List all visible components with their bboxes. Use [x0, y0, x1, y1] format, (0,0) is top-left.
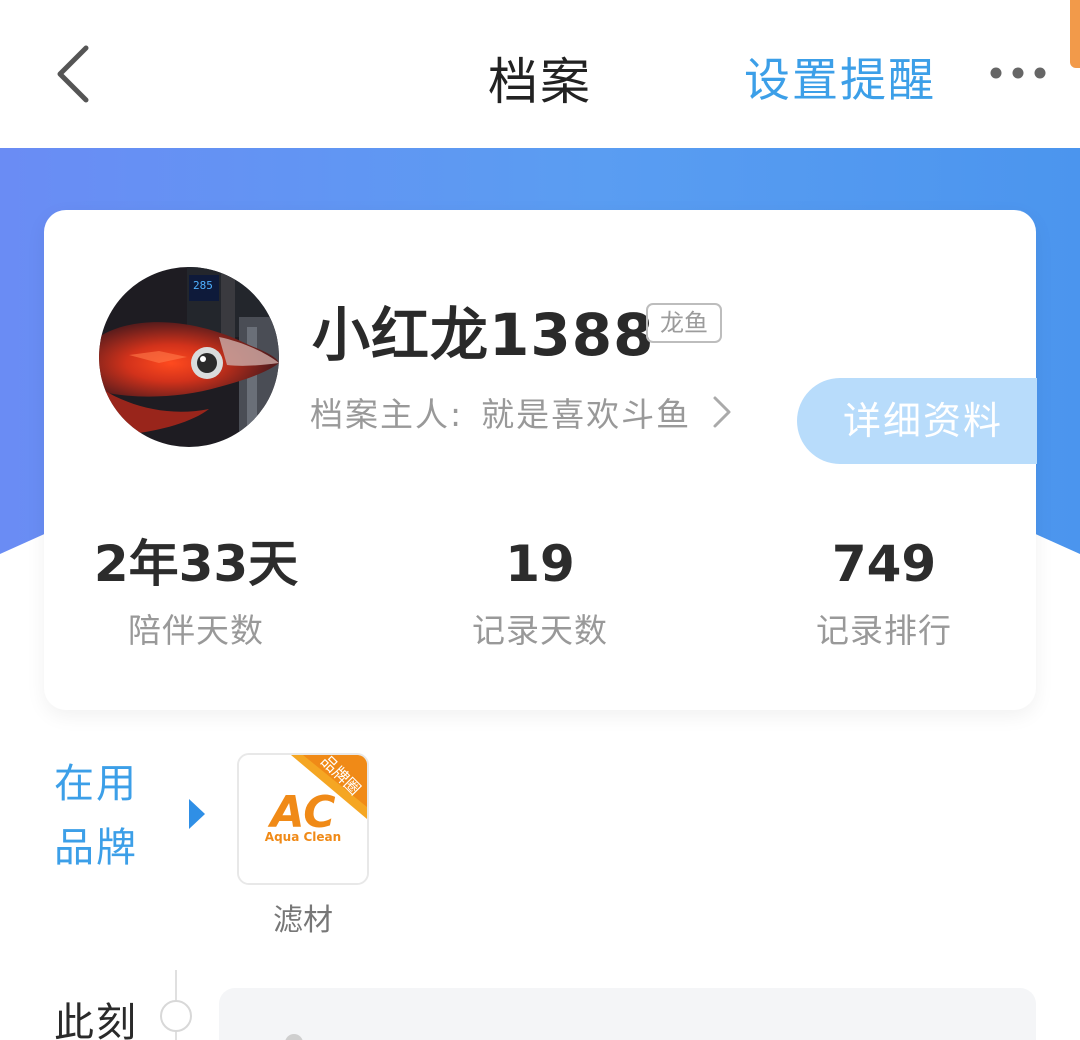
owner-label: 档案主人: [310, 395, 464, 434]
detail-info-button[interactable]: 详细资料 [797, 378, 1037, 464]
chevron-right-icon [713, 396, 731, 428]
triangle-arrow-icon [189, 799, 205, 829]
timeline-now-label: 此刻 [54, 1000, 138, 1040]
fish-photo-image: 285 [99, 267, 279, 447]
brand-caption: 滤材 [273, 903, 333, 938]
timeline-entry-card[interactable] [219, 988, 1036, 1040]
timeline-dot [160, 1000, 192, 1032]
owner-name: 就是喜欢斗鱼 [481, 395, 692, 434]
stat-value: 749 [831, 535, 937, 593]
brand-logo-subtext: Aqua Clean [265, 830, 341, 844]
pet-profile-page: 档案 设置提醒 285 小红龙1388 龙鱼 档案主人: 就是喜欢斗鱼 详细资料… [0, 0, 1080, 1040]
stat-record-rank[interactable]: 749 记录排行 [734, 532, 1034, 652]
brands-title: 在用品牌 [54, 761, 138, 871]
stat-value: 2年33天 [93, 535, 299, 593]
profile-card: 285 小红龙1388 龙鱼 档案主人: 就是喜欢斗鱼 详细资料 2年33天 陪… [44, 210, 1037, 710]
more-dots-icon [990, 67, 1046, 79]
species-tag: 龙鱼 [646, 303, 722, 343]
avatar[interactable]: 285 [99, 267, 279, 447]
svg-text:285: 285 [193, 279, 213, 292]
stat-label: 记录排行 [816, 611, 952, 650]
scroll-indicator [1070, 0, 1080, 68]
more-button[interactable] [986, 58, 1056, 88]
set-reminder-button[interactable]: 设置提醒 [744, 44, 936, 110]
stat-companion-days: 2年33天 陪伴天数 [46, 532, 346, 652]
aqua-clean-logo: 品牌圈 AC Aqua Clean [239, 755, 367, 883]
entry-avatar-placeholder [285, 1034, 303, 1040]
stat-label: 陪伴天数 [128, 611, 264, 650]
brand-item-aqua-clean[interactable]: 品牌圈 AC Aqua Clean [237, 753, 369, 885]
stat-label: 记录天数 [472, 611, 608, 650]
stat-record-days[interactable]: 19 记录天数 [390, 532, 690, 652]
top-nav-bar: 档案 设置提醒 [0, 0, 1080, 148]
pet-name: 小红龙1388 [312, 301, 655, 369]
stat-value: 19 [505, 535, 575, 593]
owner-link[interactable]: 档案主人: 就是喜欢斗鱼 [310, 390, 733, 434]
